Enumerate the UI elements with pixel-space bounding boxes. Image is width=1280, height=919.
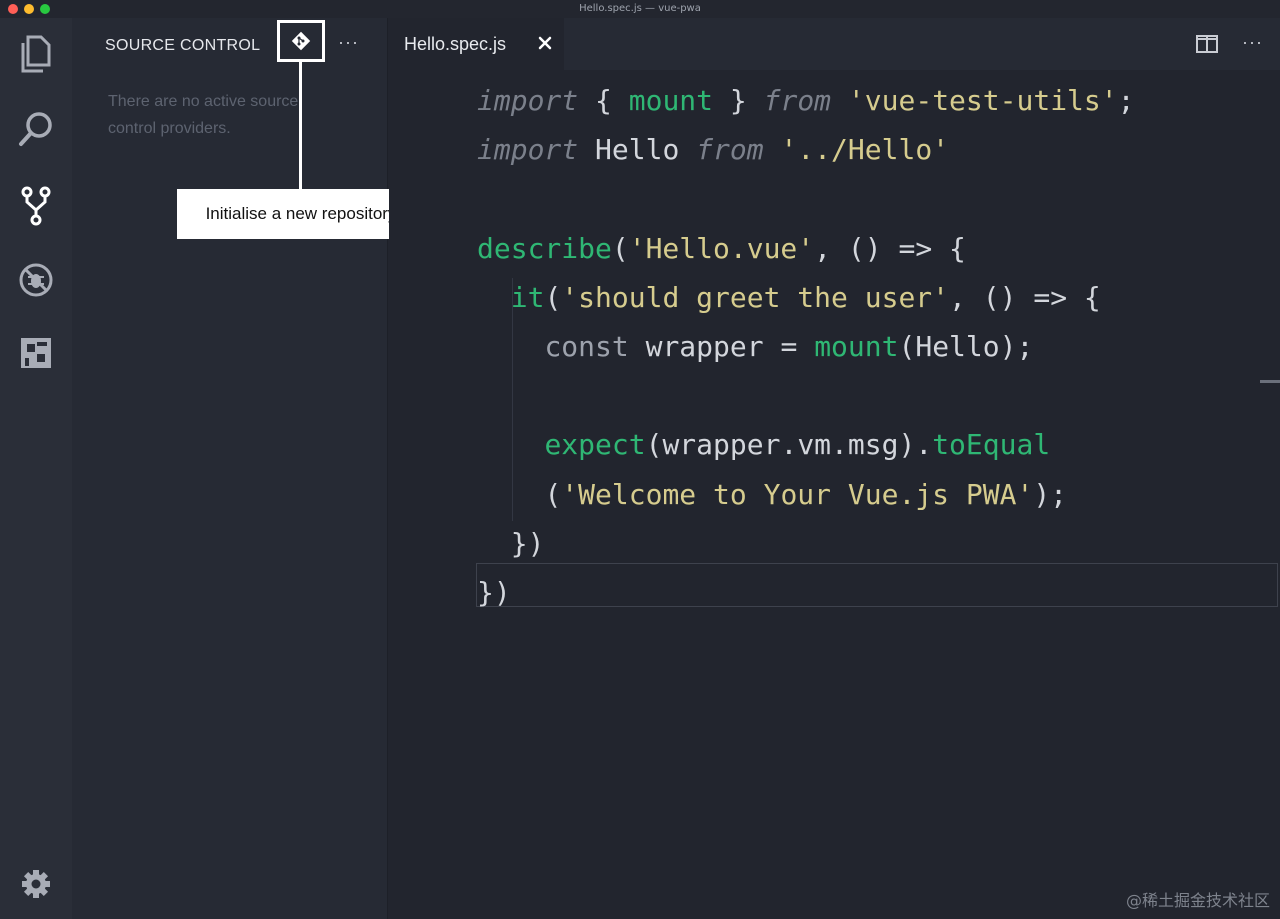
- source-control-icon[interactable]: [16, 186, 56, 226]
- code-line: const wrapper = mount(Hello);: [544, 329, 1034, 363]
- code-view[interactable]: import { mount } from 'vue-test-utils'; i…: [477, 76, 1134, 617]
- editor-area: Hello.spec.js ··· import { mount } from …: [389, 18, 1280, 919]
- scrollbar-marker[interactable]: [1260, 380, 1280, 383]
- source-control-panel: SOURCE CONTROL ··· There are no active s…: [72, 18, 425, 919]
- code-line: import { mount } from 'vue-test-utils';: [477, 84, 1135, 117]
- files-icon[interactable]: [16, 34, 56, 74]
- more-actions-button[interactable]: ···: [338, 32, 359, 53]
- activity-bar: [0, 18, 72, 919]
- watermark: @稀土掘金技术社区: [1125, 891, 1270, 910]
- window-title: Hello.spec.js — vue-pwa: [579, 3, 701, 14]
- tab-bar: Hello.spec.js ···: [389, 18, 1280, 70]
- code-line: ('Welcome to Your Vue.js PWA');: [544, 477, 1068, 511]
- split-editor-icon[interactable]: [1195, 33, 1219, 55]
- extensions-icon[interactable]: [16, 333, 56, 373]
- code-line: it('should greet the user', () => {: [510, 280, 1101, 314]
- debug-icon[interactable]: [16, 260, 56, 300]
- code-line: }): [477, 575, 511, 609]
- panel-title: SOURCE CONTROL: [105, 37, 261, 54]
- gear-icon[interactable]: [16, 864, 56, 904]
- title-bar: Hello.spec.js — vue-pwa: [0, 0, 1280, 18]
- editor-more-actions-button[interactable]: ···: [1242, 32, 1263, 53]
- code-line: }): [510, 526, 545, 560]
- git-init-icon: [291, 31, 311, 51]
- code-line: expect(wrapper.vm.msg).toEqual: [544, 428, 1051, 462]
- tab-hello-spec[interactable]: Hello.spec.js: [389, 18, 564, 70]
- search-icon[interactable]: [16, 109, 56, 149]
- initialize-repository-button[interactable]: [277, 20, 325, 62]
- tab-label: Hello.spec.js: [404, 33, 507, 54]
- close-icon[interactable]: [535, 32, 555, 54]
- callout-pointer: [299, 62, 302, 190]
- no-providers-message: There are no active source control provi…: [108, 93, 299, 137]
- callout-label: Initialise a new repository: [177, 189, 425, 239]
- code-line: import Hello from '../Hello': [477, 133, 950, 167]
- code-line: describe('Hello.vue', () => {: [477, 231, 966, 265]
